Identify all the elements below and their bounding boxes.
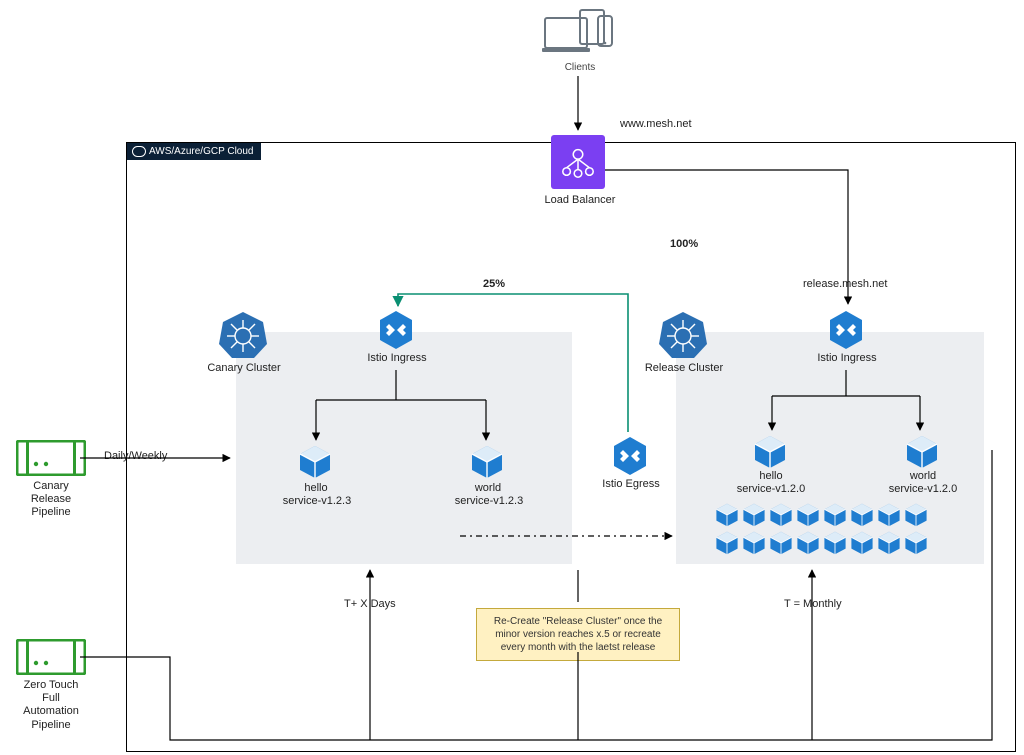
diagram-canvas: Clients www.mesh.net AWS/Azure/GCP Cloud… bbox=[0, 0, 1024, 755]
connector-layer bbox=[0, 0, 1024, 755]
